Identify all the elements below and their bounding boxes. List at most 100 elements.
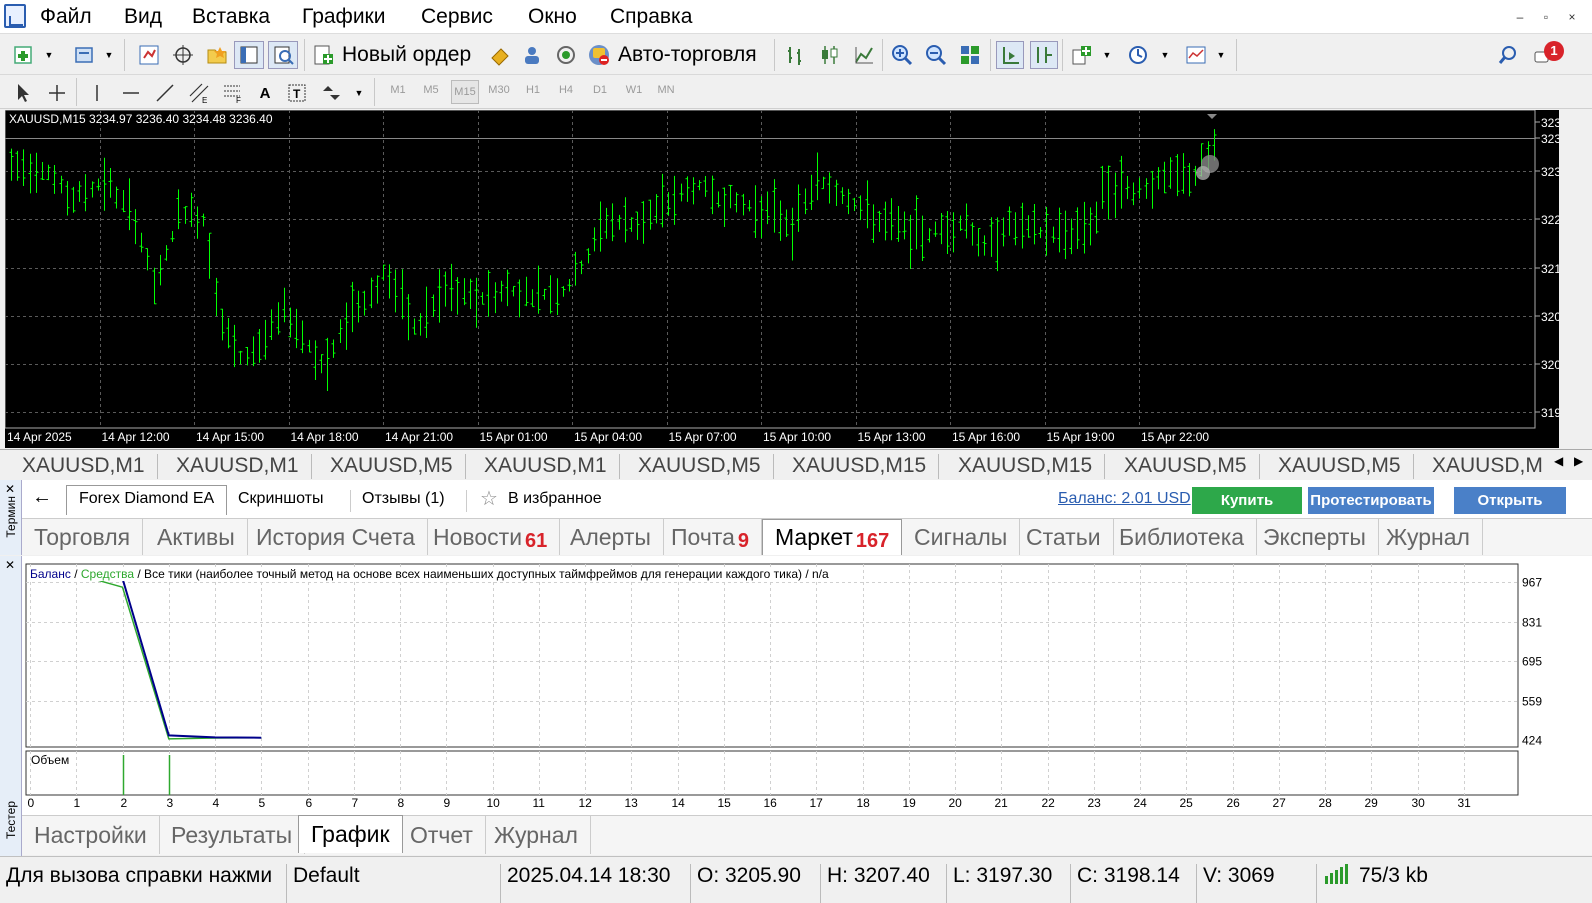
timeframe-d1[interactable]: D1	[586, 84, 614, 96]
chart-shift-icon[interactable]	[1030, 41, 1058, 69]
text-tool-icon[interactable]: A	[254, 79, 276, 107]
tab-tester-journal[interactable]: Журнал	[482, 816, 591, 854]
tab-trade[interactable]: Торговля	[22, 519, 144, 555]
menu-insert[interactable]: Вставка	[192, 4, 270, 30]
open-button[interactable]: Открыть	[1454, 487, 1566, 514]
chart-tab[interactable]: XAUUSD,M1	[10, 454, 158, 479]
menu-help[interactable]: Справка	[610, 4, 692, 30]
tab-account-history[interactable]: История Счета	[244, 519, 429, 555]
tab-news[interactable]: Новости 61	[421, 519, 561, 555]
periods-clock-icon[interactable]	[1124, 41, 1152, 69]
signals-icon[interactable]	[552, 41, 580, 69]
bar-chart-icon[interactable]	[782, 41, 810, 69]
tab-signals[interactable]: Сигналы	[902, 519, 1021, 555]
line-chart-icon[interactable]	[850, 41, 878, 69]
timeframe-m30[interactable]: M30	[485, 84, 513, 96]
notifications-button[interactable]: 1	[1532, 41, 1566, 69]
menu-view[interactable]: Вид	[124, 4, 162, 30]
chevron-down-icon[interactable]: ▼	[42, 41, 56, 69]
tab-journal[interactable]: Журнал	[1374, 519, 1483, 555]
scroll-right-icon[interactable]: ▶	[1574, 454, 1583, 468]
menu-file[interactable]: Файл	[40, 4, 92, 30]
fibonacci-icon[interactable]: F	[220, 79, 246, 107]
trendline-icon[interactable]	[152, 79, 178, 107]
tab-library[interactable]: Библиотека	[1107, 519, 1258, 555]
chevron-down-icon[interactable]: ▼	[1158, 41, 1172, 69]
test-button[interactable]: Протестировать	[1308, 487, 1434, 514]
chart-tab[interactable]: XAUUSD,M5	[626, 454, 774, 479]
back-arrow-icon[interactable]: ←	[32, 486, 52, 508]
tab-market[interactable]: Маркет 167	[762, 519, 903, 555]
text-label-icon[interactable]: T	[286, 79, 308, 107]
tab-articles[interactable]: Статьи	[1014, 519, 1114, 555]
reviews-tab[interactable]: Отзывы (1)	[362, 490, 445, 512]
timeframe-w1[interactable]: W1	[620, 84, 648, 96]
chart-tab[interactable]: XAUUSD,M15	[946, 454, 1106, 479]
zoom-out-icon[interactable]	[922, 41, 950, 69]
cursor-icon[interactable]	[10, 79, 36, 107]
minimize-button[interactable]: –	[1508, 6, 1532, 28]
tile-windows-icon[interactable]	[956, 41, 984, 69]
chevron-down-icon[interactable]: ▼	[1100, 41, 1114, 69]
buy-button[interactable]: Купить	[1192, 487, 1302, 514]
chart-tab[interactable]: XAUUSD,M5	[1266, 454, 1414, 479]
search-icon[interactable]	[1494, 41, 1522, 69]
price-chart[interactable]: 3238 3236 3231 3224 3216 3209 3202 3195 14 Apr 2…	[5, 110, 1559, 448]
zoom-in-icon[interactable]	[888, 41, 916, 69]
crosshair-icon[interactable]	[168, 41, 198, 69]
timeframe-m15[interactable]: M15	[451, 80, 479, 104]
horizontal-line-icon[interactable]	[118, 79, 144, 107]
chart-tab[interactable]: XAUUSD,M1	[472, 454, 620, 479]
tab-results[interactable]: Результаты	[159, 816, 306, 854]
balance-link[interactable]: Баланс: 2.01 USD	[1058, 490, 1191, 512]
equidistant-channel-icon[interactable]: E	[186, 79, 212, 107]
screenshots-tab[interactable]: Скриншоты	[238, 490, 323, 512]
arrows-icon[interactable]	[318, 79, 344, 107]
autoscroll-icon[interactable]	[996, 41, 1024, 69]
star-icon[interactable]: ☆	[480, 486, 498, 510]
chart-tab[interactable]: XAUUSD,M	[1420, 454, 1546, 479]
metaeditor-icon[interactable]	[486, 41, 514, 69]
chart-tab[interactable]: XAUUSD,M5	[318, 454, 466, 479]
close-icon[interactable]: ✕	[5, 482, 15, 496]
favorites-link[interactable]: В избранное	[508, 490, 602, 512]
vertical-line-icon[interactable]	[84, 79, 110, 107]
timeframe-m1[interactable]: M1	[384, 84, 412, 96]
candlestick-icon[interactable]	[816, 41, 844, 69]
tab-settings[interactable]: Настройки	[22, 816, 160, 854]
menu-charts[interactable]: Графики	[302, 4, 385, 30]
menu-tools[interactable]: Сервис	[421, 4, 493, 30]
market-watch-icon[interactable]	[134, 41, 164, 69]
timeframe-h1[interactable]: H1	[519, 84, 547, 96]
new-chart-icon[interactable]	[10, 41, 40, 69]
chevron-down-icon[interactable]: ▼	[102, 41, 116, 69]
chart-tab[interactable]: XAUUSD,M1	[164, 454, 312, 479]
close-button[interactable]: ×	[1560, 6, 1584, 28]
tab-experts[interactable]: Эксперты	[1251, 519, 1379, 555]
chevron-down-icon[interactable]: ▼	[1214, 41, 1228, 69]
tab-graph[interactable]: График	[298, 815, 403, 853]
chart-tab[interactable]: XAUUSD,M5	[1112, 454, 1260, 479]
timeframe-mn[interactable]: MN	[652, 84, 680, 96]
chart-tab[interactable]: XAUUSD,M15	[780, 454, 940, 479]
data-window-icon[interactable]	[234, 41, 264, 69]
crosshair-tool-icon[interactable]	[44, 79, 70, 107]
timeframe-m5[interactable]: M5	[417, 84, 445, 96]
tab-mailbox[interactable]: Почта 9	[659, 519, 762, 555]
profiles-icon[interactable]	[70, 41, 100, 69]
indicators-icon[interactable]	[1068, 41, 1096, 69]
tab-report[interactable]: Отчет	[398, 816, 486, 854]
templates-icon[interactable]	[1182, 41, 1210, 69]
tab-alerts[interactable]: Алерты	[558, 519, 664, 555]
product-tab[interactable]: Forex Diamond EA	[66, 485, 228, 515]
restore-button[interactable]: ▫	[1534, 6, 1558, 28]
chevron-down-icon[interactable]: ▼	[352, 79, 366, 107]
timeframe-h4[interactable]: H4	[552, 84, 580, 96]
trader-icon[interactable]	[518, 41, 546, 69]
menu-window[interactable]: Окно	[528, 4, 577, 30]
strategy-tester-icon[interactable]	[268, 41, 298, 69]
scroll-left-icon[interactable]: ◀	[1554, 454, 1563, 468]
auto-trading-button[interactable]: Авто-торговля	[586, 40, 757, 70]
tab-assets[interactable]: Активы	[145, 519, 248, 555]
close-icon[interactable]: ✕	[5, 558, 15, 572]
